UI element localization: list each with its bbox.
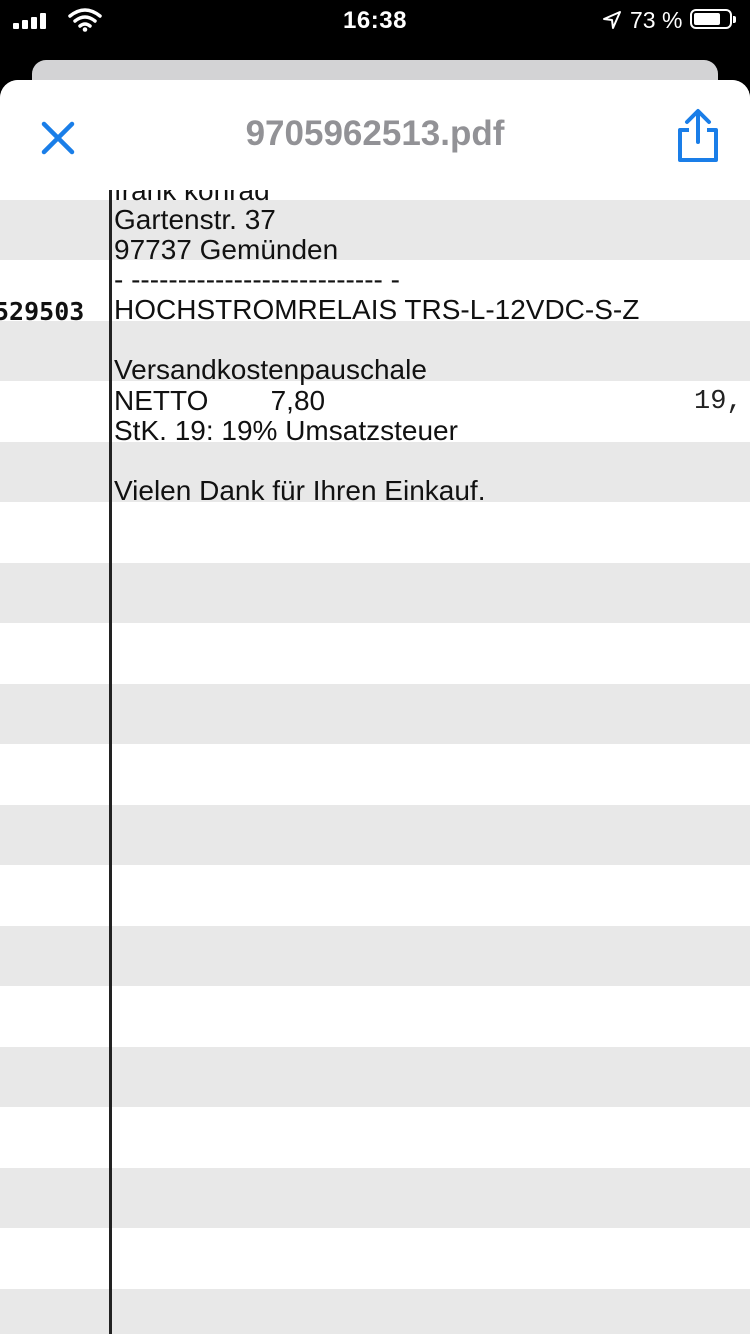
battery-icon (690, 9, 736, 29)
doc-line-street: Gartenstr. 37 (114, 204, 276, 235)
paper-stripe (0, 200, 750, 260)
doc-line-shipping: Versandkostenpauschale (114, 354, 427, 385)
status-bar: 16:38 73 % (0, 0, 750, 40)
paper-stripe (0, 1289, 750, 1334)
paper-stripe (0, 1168, 750, 1228)
paper-stripe (0, 684, 750, 744)
doc-line-vat: StK. 19: 19% Umsatzsteuer (114, 415, 458, 446)
share-icon[interactable] (672, 108, 724, 164)
document-title: 9705962513.pdf (245, 114, 505, 153)
pdf-document[interactable]: frank konrad Gartenstr. 37 97737 Gemünde… (0, 190, 750, 1334)
location-arrow-icon (603, 11, 621, 29)
doc-line-separator: - --------------------------- - (114, 264, 400, 295)
navigation-bar: 9705962513.pdf (0, 80, 750, 190)
paper-stripe (0, 563, 750, 623)
paper-stripe (0, 926, 750, 986)
doc-line-net: NETTO 7,80 (114, 385, 326, 416)
doc-line-product: HOCHSTROMRELAIS TRS-L-12VDC-S-Z (114, 294, 640, 325)
doc-line-thanks: Vielen Dank für Ihren Einkauf. (114, 475, 486, 506)
margin-line (109, 190, 112, 1334)
item-number: 529503 (0, 297, 85, 326)
paper-stripe (0, 805, 750, 865)
doc-line-city: 97737 Gemünden (114, 234, 339, 265)
battery-percent: 73 % (630, 7, 683, 33)
pdf-viewer-sheet: 9705962513.pdf frank konrad Gartenstr. 3… (0, 80, 750, 1334)
tax-rate-partial: 19, (694, 387, 743, 417)
paper-stripe (0, 1047, 750, 1107)
